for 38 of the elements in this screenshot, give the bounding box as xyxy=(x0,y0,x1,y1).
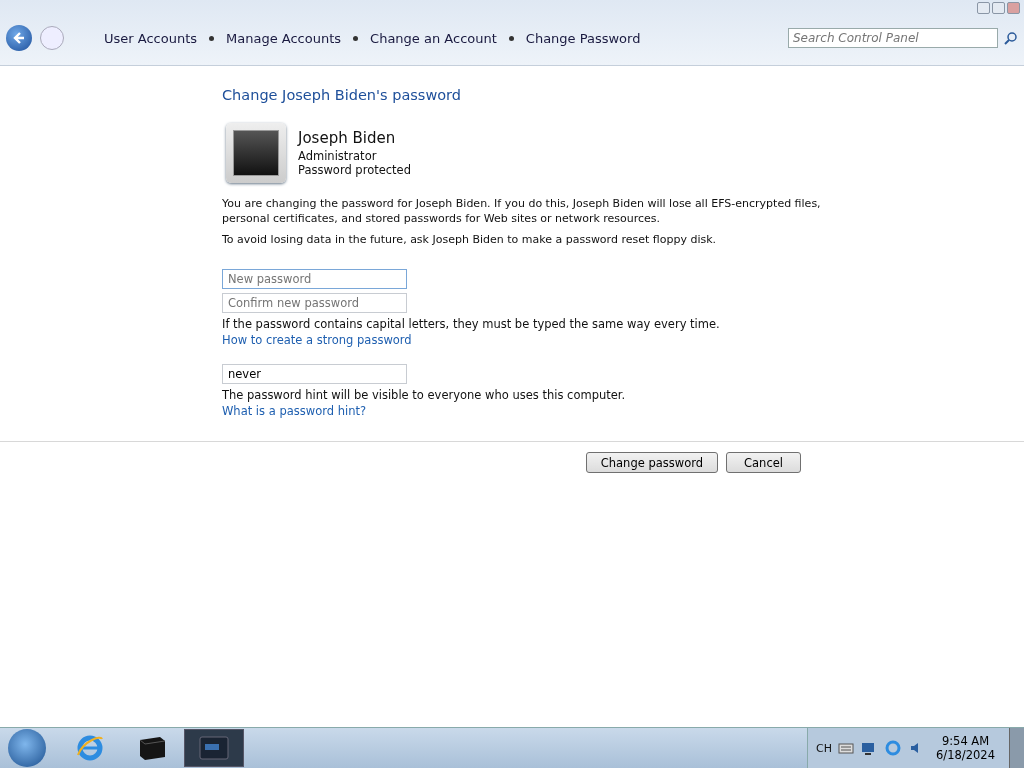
window-icon xyxy=(199,736,229,760)
password-note: If the password contains capital letters, they must be typed the same way every time. xyxy=(222,317,721,331)
user-status: Password protected xyxy=(298,163,411,177)
change-password-button[interactable]: Change password xyxy=(585,452,719,473)
search-icon[interactable] xyxy=(1004,31,1018,45)
help-link[interactable]: How to create a strong password xyxy=(222,333,412,347)
back-arrow-icon xyxy=(12,31,26,45)
search-field[interactable]: Search Control Panel xyxy=(788,28,998,48)
separator-icon xyxy=(353,35,359,41)
description-text: You are changing the password for Joseph Biden. If you do this, Joseph Biden will lose all EFS-encrypted files, personal certificates, and stored passwords for Web sites or network resources. xyxy=(222,196,822,226)
breadcrumb-link[interactable]: User Accounts xyxy=(104,30,198,46)
page-title: Change Joseph Biden's password xyxy=(222,87,463,103)
user-role: Administrator xyxy=(298,149,378,163)
start-button[interactable] xyxy=(8,729,46,767)
breadcrumb-link[interactable]: Change an Account xyxy=(370,30,497,46)
hint-field[interactable]: never xyxy=(222,364,407,384)
clock-time[interactable]: 9:54 AM xyxy=(941,734,990,748)
separator-icon xyxy=(508,35,514,41)
close-button[interactable] xyxy=(1007,2,1020,14)
back-button[interactable] xyxy=(6,25,32,51)
description-text: To avoid losing data in the future, ask Joseph Biden to make a password reset floppy disk. xyxy=(222,232,718,247)
keyboard-icon[interactable] xyxy=(838,742,855,754)
hint-note: The password hint will be visible to everyone who uses this computer. xyxy=(222,388,627,402)
user-avatar xyxy=(226,123,286,183)
user-name: Joseph Biden xyxy=(298,129,397,147)
separator-icon xyxy=(209,35,215,41)
show-desktop-button[interactable] xyxy=(1009,728,1024,768)
restore-button[interactable] xyxy=(992,2,1005,14)
clock-date[interactable]: 6/18/2024 xyxy=(936,748,995,762)
language-indicator[interactable]: CH xyxy=(816,741,833,755)
breadcrumb-link[interactable]: Manage Accounts xyxy=(226,30,342,46)
cancel-button[interactable]: Cancel xyxy=(726,452,801,473)
password-field[interactable]: New password xyxy=(222,269,407,289)
forward-button[interactable] xyxy=(40,26,64,50)
password-field[interactable]: Confirm new password xyxy=(222,293,407,313)
breadcrumb-link[interactable]: Change Password xyxy=(525,30,641,46)
help-link[interactable]: What is a password hint? xyxy=(222,404,367,418)
minimize-button[interactable] xyxy=(977,2,990,14)
